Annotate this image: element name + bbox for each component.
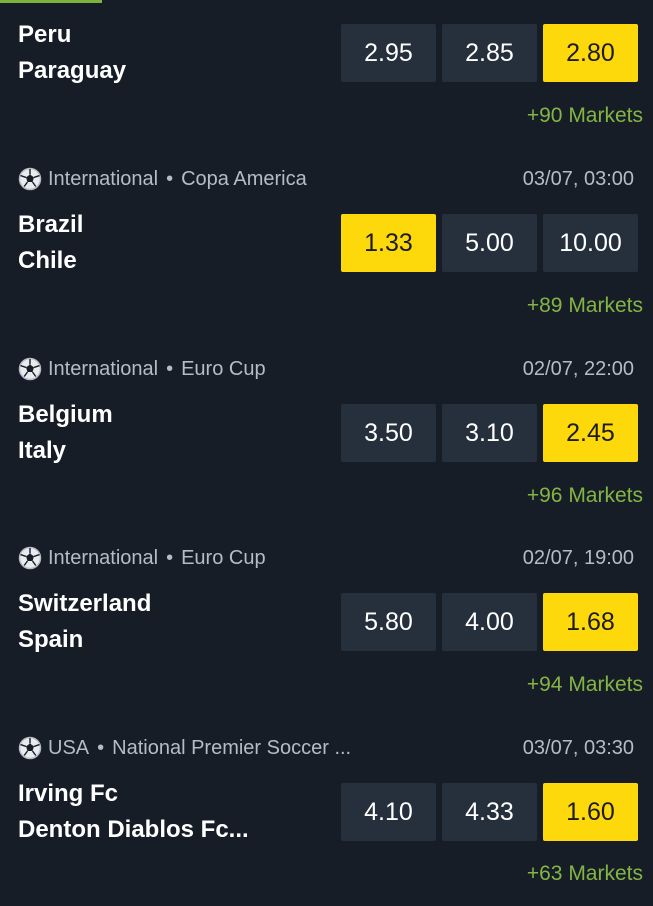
odds-home-button[interactable]: 1.33: [341, 214, 436, 272]
odds-home-button[interactable]: 2.95: [341, 24, 436, 82]
home-team: Peru: [18, 21, 72, 48]
soccer-ball-icon: [18, 546, 42, 570]
teams[interactable]: Switzerland Spain: [18, 586, 151, 658]
home-team: Irving Fc: [18, 780, 119, 807]
away-team: Spain: [18, 626, 84, 653]
more-markets-link[interactable]: +96 Markets: [527, 484, 643, 508]
region-label: International: [48, 357, 159, 380]
odds-draw-button[interactable]: 2.85: [442, 24, 537, 82]
active-tab-indicator: [0, 0, 102, 3]
odds-draw-button[interactable]: 3.10: [442, 404, 537, 462]
odds-draw-button[interactable]: 4.33: [442, 783, 537, 841]
home-team: Belgium: [18, 401, 113, 428]
odds-group: 1.33 5.00 10.00: [341, 214, 638, 272]
odds-away-button[interactable]: 10.00: [543, 214, 638, 272]
soccer-ball-icon: [18, 167, 42, 191]
more-markets-link[interactable]: +94 Markets: [527, 673, 643, 697]
teams[interactable]: Belgium Italy: [18, 397, 113, 469]
odds-group: 5.80 4.00 1.68: [341, 593, 638, 651]
away-team: Chile: [18, 247, 77, 274]
match-datetime: 03/07, 03:00: [522, 167, 634, 190]
odds-home-button[interactable]: 4.10: [341, 783, 436, 841]
odds-away-button[interactable]: 2.80: [543, 24, 638, 82]
odds-away-button[interactable]: 2.45: [543, 404, 638, 462]
match-datetime: 02/07, 22:00: [522, 357, 634, 380]
odds-home-button[interactable]: 5.80: [341, 593, 436, 651]
meta-separator: •: [166, 357, 174, 380]
home-team: Brazil: [18, 211, 84, 238]
region-label: International: [48, 546, 159, 569]
meta-separator: •: [166, 167, 174, 190]
odds-away-button[interactable]: 1.68: [543, 593, 638, 651]
match-datetime: 03/07, 03:30: [522, 736, 634, 759]
competition-label: Euro Cup: [181, 546, 266, 569]
teams[interactable]: Peru Paraguay: [18, 17, 126, 89]
match-meta: International • Euro Cup 02/07, 19:00: [18, 546, 634, 570]
odds-home-button[interactable]: 3.50: [341, 404, 436, 462]
away-team: Denton Diablos Fc...: [18, 816, 249, 843]
region-label: International: [48, 167, 159, 190]
odds-group: 4.10 4.33 1.60: [341, 783, 638, 841]
odds-group: 3.50 3.10 2.45: [341, 404, 638, 462]
match-meta: International • Euro Cup 02/07, 22:00: [18, 357, 634, 381]
away-team: Paraguay: [18, 57, 127, 84]
odds-group: 2.95 2.85 2.80: [341, 24, 638, 82]
odds-draw-button[interactable]: 4.00: [442, 593, 537, 651]
more-markets-link[interactable]: +90 Markets: [527, 104, 643, 128]
away-team: Italy: [18, 437, 67, 464]
home-team: Switzerland: [18, 590, 152, 617]
teams[interactable]: Brazil Chile: [18, 207, 83, 279]
match-datetime: 02/07, 19:00: [522, 546, 634, 569]
odds-away-button[interactable]: 1.60: [543, 783, 638, 841]
teams[interactable]: Irving Fc Denton Diablos Fc...: [18, 776, 249, 848]
match-meta: International • Copa America 03/07, 03:0…: [18, 167, 634, 191]
more-markets-link[interactable]: +89 Markets: [527, 294, 643, 318]
region-label: USA: [48, 736, 90, 759]
more-markets-link[interactable]: +63 Markets: [527, 862, 643, 886]
competition-label: Euro Cup: [181, 357, 266, 380]
odds-draw-button[interactable]: 5.00: [442, 214, 537, 272]
soccer-ball-icon: [18, 736, 42, 760]
match-meta: USA • National Premier Soccer ... 03/07,…: [18, 736, 634, 760]
meta-separator: •: [97, 736, 105, 759]
meta-separator: •: [166, 546, 174, 569]
competition-label: National Premier Soccer ...: [112, 736, 352, 759]
competition-label: Copa America: [181, 167, 307, 190]
soccer-ball-icon: [18, 357, 42, 381]
